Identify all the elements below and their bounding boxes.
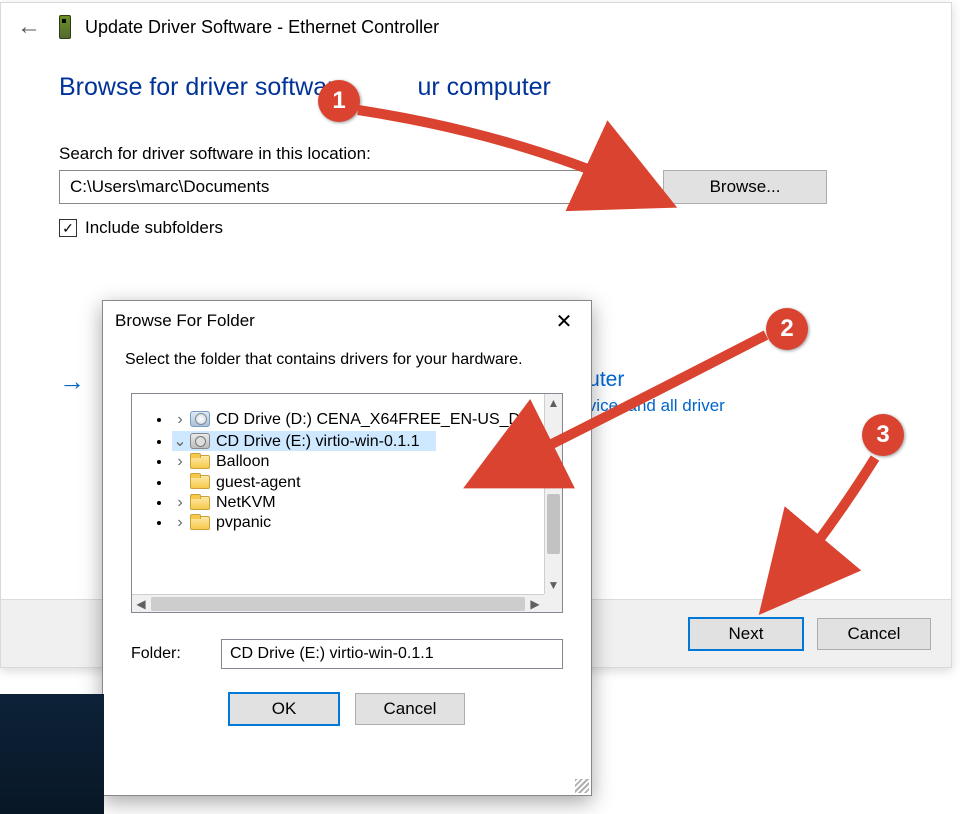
heading-prefix: Browse for driver software <box>59 73 356 101</box>
tree-collapsed-icon[interactable]: › <box>172 514 188 532</box>
tree-item-label: NetKVM <box>216 494 276 511</box>
folder-icon <box>190 453 210 469</box>
tree-item-label: Balloon <box>216 453 269 470</box>
chevron-down-icon[interactable]: ▼ <box>622 177 636 193</box>
wizard-title: Update Driver Software - Ethernet Contro… <box>85 17 439 38</box>
resize-grip-icon[interactable] <box>575 779 589 793</box>
back-arrow-icon[interactable]: ← <box>15 13 43 41</box>
tree-item[interactable]: › CD Drive (D:) CENA_X64FREE_EN-US_DV <box>172 410 544 430</box>
browse-button[interactable]: Browse... <box>663 170 827 204</box>
disc-drive-icon <box>190 433 210 449</box>
tree-expanded-icon[interactable]: ⌄ <box>172 431 188 451</box>
browse-for-folder-dialog: Browse For Folder ✕ Select the folder th… <box>102 300 592 796</box>
scroll-thumb[interactable] <box>547 494 560 554</box>
tree-collapsed-icon[interactable]: › <box>172 411 188 429</box>
cd-drive-icon <box>190 411 210 427</box>
tree-collapsed-icon[interactable]: › <box>172 494 188 512</box>
bff-message: Select the folder that contains drivers … <box>103 341 591 385</box>
tree-item[interactable]: ⌄ CD Drive (E:) virtio-win-0.1.1 <box>172 430 544 452</box>
search-location-label: Search for driver software in this locat… <box>59 144 893 164</box>
tree-vertical-scrollbar[interactable]: ▲ ▼ <box>544 394 562 594</box>
close-icon[interactable]: ✕ <box>549 309 579 334</box>
background-dark-strip <box>0 694 104 814</box>
search-path-value: C:\Users\marc\Documents <box>70 177 269 197</box>
tree-collapsed-icon[interactable]: › <box>172 453 188 471</box>
folder-input[interactable] <box>221 639 563 669</box>
scroll-up-icon[interactable]: ▲ <box>545 394 562 412</box>
tree-item[interactable]: guest-agent <box>172 472 544 492</box>
wizard-title-bar: ← Update Driver Software - Ethernet Cont… <box>1 3 951 43</box>
cancel-button[interactable]: Cancel <box>817 618 931 650</box>
scroll-down-icon[interactable]: ▼ <box>545 576 562 594</box>
bff-ok-button[interactable]: OK <box>229 693 339 725</box>
tree-item-label: pvpanic <box>216 514 271 531</box>
next-button[interactable]: Next <box>689 618 803 650</box>
include-subfolders-checkbox[interactable]: ✓ <box>59 219 77 237</box>
tree-item-label: CD Drive (D:) CENA_X64FREE_EN-US_DV <box>216 411 531 428</box>
search-path-combobox[interactable]: C:\Users\marc\Documents ▼ <box>59 170 645 204</box>
heading-suffix: ur computer <box>418 73 551 101</box>
folder-icon <box>190 494 210 510</box>
tree-item-label: guest-agent <box>216 473 301 490</box>
scroll-right-icon[interactable]: ▶ <box>526 597 544 611</box>
tree-item[interactable]: › Balloon <box>172 452 544 472</box>
annotation-callout-1: 1 <box>318 80 360 122</box>
bff-title: Browse For Folder <box>115 311 255 331</box>
scroll-left-icon[interactable]: ◀ <box>132 597 150 611</box>
folder-icon <box>190 473 210 489</box>
driver-icon <box>57 13 71 41</box>
annotation-callout-2: 2 <box>766 308 808 350</box>
hscroll-track[interactable] <box>151 597 525 611</box>
tree-horizontal-scrollbar[interactable]: ◀ ▶ <box>132 594 544 612</box>
tree-item-label: CD Drive (E:) virtio-win-0.1.1 <box>216 433 420 450</box>
arrow-right-icon: → <box>59 366 85 416</box>
annotation-callout-3: 3 <box>862 414 904 456</box>
page-heading: Browse for driver software on your compu… <box>59 73 893 102</box>
folder-label: Folder: <box>131 645 201 663</box>
include-subfolders-label: Include subfolders <box>85 218 223 238</box>
folder-icon <box>190 514 210 530</box>
folder-tree[interactable]: › CD Drive (D:) CENA_X64FREE_EN-US_DV ⌄ CD … <box>131 393 563 613</box>
tree-item[interactable]: › pvpanic <box>172 513 544 533</box>
bff-cancel-button[interactable]: Cancel <box>355 693 465 725</box>
tree-item[interactable]: › NetKVM <box>172 493 544 513</box>
